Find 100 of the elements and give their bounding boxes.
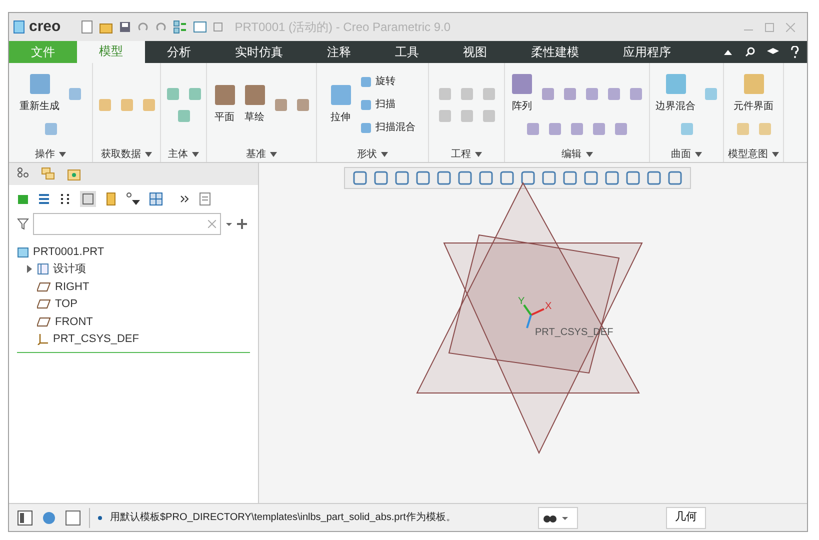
ribbon-command[interactable]: 拉伸 — [330, 84, 352, 125]
tree-item[interactable]: TOP — [55, 296, 78, 312]
caret-icon[interactable] — [145, 152, 152, 156]
list-icon[interactable] — [38, 193, 50, 205]
plane-icon — [37, 316, 51, 327]
tree-item[interactable]: FRONT — [55, 314, 93, 330]
clear-icon[interactable] — [208, 220, 216, 228]
tool-icon[interactable] — [614, 122, 628, 136]
document-icon[interactable] — [199, 192, 211, 206]
ribbon-tab[interactable]: 模型 — [77, 41, 145, 63]
ribbon-group-label[interactable]: 形状 — [357, 146, 377, 162]
tool-icon — [360, 76, 372, 88]
tool-icon[interactable] — [607, 86, 621, 100]
tree-item[interactable]: PRT0001.PRT — [33, 244, 104, 260]
book-icon[interactable] — [105, 192, 117, 206]
caret-icon[interactable] — [695, 152, 702, 156]
part-cube-icon — [17, 246, 29, 258]
ribbon-command[interactable]: 旋转 — [360, 74, 416, 89]
window-title: PRT0001 (活动的) - Creo Parametric 9.0 — [234, 19, 451, 36]
ribbon-command[interactable]: 元件界面 — [734, 73, 774, 114]
tool-icon[interactable] — [592, 122, 606, 136]
window-icon[interactable] — [192, 20, 207, 34]
tree-item[interactable]: PRT_CSYS_DEF — [53, 331, 139, 348]
ribbon-group-label[interactable]: 曲面 — [671, 146, 691, 162]
filter-icon[interactable] — [17, 218, 29, 230]
ribbon-group-label[interactable]: 模型意图 — [728, 146, 768, 162]
datum-plane[interactable] — [443, 242, 643, 454]
caret-icon[interactable] — [772, 152, 779, 156]
tool-icon[interactable] — [541, 86, 555, 100]
ribbon-command[interactable]: 草绘 — [244, 84, 266, 125]
caret-icon[interactable] — [59, 152, 66, 156]
caret-icon[interactable] — [381, 152, 388, 156]
ribbon-command[interactable]: 阵列 — [511, 73, 533, 114]
ribbon-group-label[interactable]: 编辑 — [562, 146, 582, 162]
caret-icon[interactable] — [270, 152, 277, 156]
columns-icon[interactable] — [80, 191, 96, 207]
ribbon-command[interactable]: 平面 — [214, 84, 236, 125]
tool-icon — [742, 73, 764, 95]
tool-icon[interactable] — [274, 98, 288, 112]
save-icon[interactable] — [118, 21, 131, 33]
tool-icon[interactable] — [563, 86, 577, 100]
undo-icon[interactable] — [136, 22, 149, 32]
ribbon-group-label[interactable]: 主体 — [168, 146, 188, 162]
ribbon-group-label[interactable]: 基准 — [246, 146, 266, 162]
ribbon-group-label[interactable]: 操作 — [35, 146, 55, 162]
bullet-icon — [98, 516, 102, 520]
tool-icon — [330, 84, 352, 106]
tool-icon — [28, 73, 50, 95]
list-box-icon — [37, 263, 49, 276]
csys-icon — [37, 333, 49, 346]
caret-icon[interactable] — [586, 152, 592, 156]
regenerate-icon[interactable] — [172, 20, 187, 34]
tool-icon[interactable] — [570, 122, 584, 136]
expand-arrow-icon[interactable] — [25, 265, 33, 274]
search-icon[interactable] — [745, 47, 755, 57]
ribbon-group-label[interactable]: 工程 — [451, 146, 471, 162]
folder-tab-icon[interactable] — [67, 167, 81, 181]
close-window-icon[interactable] — [212, 22, 223, 32]
tree-item[interactable]: 设计项 — [53, 261, 86, 278]
table-icon[interactable] — [149, 192, 163, 206]
ribbon-group-label[interactable]: 获取数据 — [101, 146, 141, 162]
tool-icon[interactable] — [526, 122, 540, 136]
tool-icon — [511, 73, 533, 95]
caret-icon[interactable] — [192, 152, 199, 156]
ribbon-command[interactable]: 扫描 — [360, 97, 416, 112]
tool-icon[interactable] — [629, 86, 643, 100]
ribbon-command[interactable]: 扫描混合 — [360, 120, 416, 135]
tree-filter-icon[interactable] — [126, 192, 140, 206]
tool-icon — [360, 122, 372, 134]
selection-filter-dropdown[interactable]: 几何 — [666, 506, 706, 528]
axis-label: Y — [518, 296, 525, 307]
panel-toggle-icon[interactable] — [17, 510, 33, 526]
redo-icon[interactable] — [154, 22, 167, 32]
collapse-caret-icon[interactable] — [723, 48, 733, 56]
ribbon-command[interactable]: 重新生成 — [20, 73, 60, 114]
tree-item[interactable]: RIGHT — [55, 278, 90, 295]
tool-icon[interactable] — [585, 86, 599, 100]
plus-icon[interactable] — [237, 219, 247, 229]
square-icon[interactable] — [65, 510, 81, 526]
cap-icon[interactable] — [767, 47, 779, 57]
status-message: 用默认模板$PRO_DIRECTORY\templates\inlbs_part_solid_abs.prt作为模板。 — [110, 510, 457, 525]
tool-icon[interactable] — [548, 122, 562, 136]
axis-label: X — [545, 301, 552, 312]
ribbon-command[interactable]: 边界混合 — [656, 73, 696, 114]
tool-icon — [244, 84, 266, 106]
datum-plane[interactable] — [416, 182, 640, 394]
double-chevron-icon[interactable] — [180, 194, 190, 204]
tool-icon[interactable] — [296, 98, 310, 112]
search-field[interactable] — [33, 213, 221, 235]
caret-icon[interactable] — [225, 220, 233, 228]
tool-icon — [664, 73, 686, 95]
find-button[interactable] — [538, 506, 578, 528]
csys-axes-drawing — [523, 304, 544, 328]
tool-icon — [360, 98, 372, 110]
help-icon[interactable] — [791, 46, 799, 58]
caret-icon[interactable] — [475, 152, 482, 156]
layers-tab-icon[interactable] — [41, 167, 55, 181]
dots-list-icon[interactable] — [59, 193, 71, 205]
datum-plane[interactable] — [448, 234, 620, 374]
new-file-icon[interactable] — [80, 20, 93, 34]
